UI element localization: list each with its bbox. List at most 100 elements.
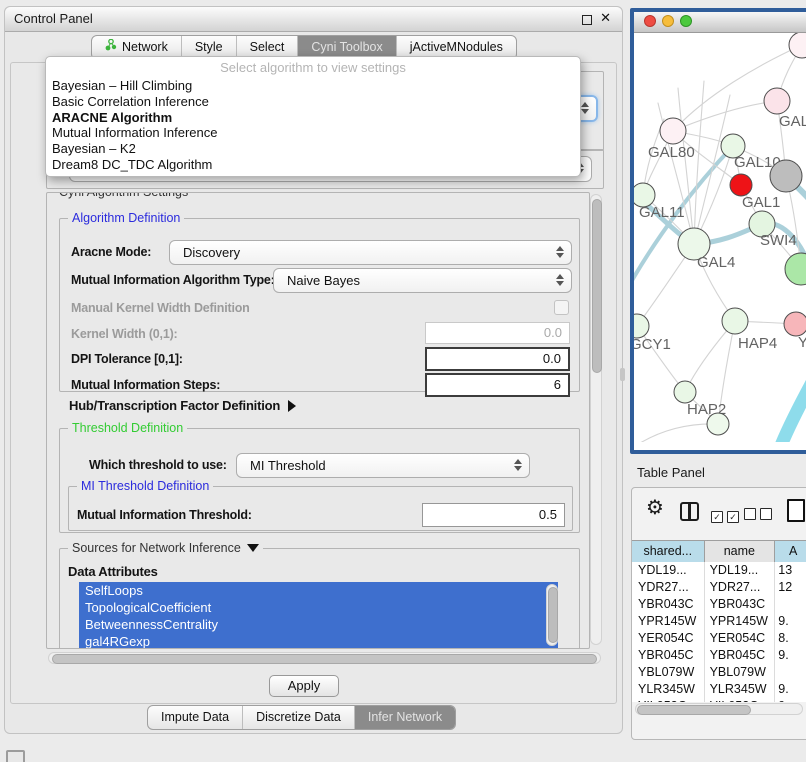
data-attribute-item[interactable]: BetweennessCentrality (79, 616, 558, 633)
tab-infer-network[interactable]: Infer Network (354, 706, 455, 729)
network-node[interactable] (770, 160, 802, 192)
table-cell[interactable]: YDR27... (632, 579, 705, 596)
network-node[interactable] (785, 253, 806, 285)
network-edge[interactable] (780, 343, 806, 442)
table-cell[interactable]: YDL19... (632, 562, 705, 579)
algorithm-option[interactable]: Dream8 DC_TDC Algorithm (46, 157, 580, 173)
table-row[interactable]: YLR345WYLR345W9. (632, 681, 806, 698)
network-node[interactable] (674, 381, 696, 403)
close-icon[interactable]: ✕ (600, 10, 611, 26)
table-row[interactable]: YDR27...YDR27...12 (632, 579, 806, 596)
zoom-traffic-light[interactable] (680, 15, 692, 27)
mi-type-combobox[interactable]: Naive Bayes (273, 268, 572, 293)
close-traffic-light[interactable] (644, 15, 656, 27)
dpi-tolerance-field[interactable]: 0.0 (425, 347, 570, 371)
settings-vertical-scrollbar[interactable] (590, 194, 602, 645)
table-cell[interactable]: YIL052C (705, 698, 776, 702)
table-cell[interactable]: 9. (775, 647, 806, 664)
network-node[interactable] (634, 314, 649, 338)
aracne-mode-combobox[interactable]: Discovery (169, 240, 572, 265)
settings-horizontal-scrollbar[interactable] (48, 652, 601, 664)
table-row[interactable]: YPR145WYPR145W9. (632, 613, 806, 630)
network-node[interactable] (789, 33, 806, 58)
table-cell[interactable]: YBR045C (632, 647, 705, 664)
table-cell[interactable]: 9 (775, 698, 806, 702)
table-row[interactable]: YBR043CYBR043C (632, 596, 806, 613)
document-icon[interactable] (787, 499, 805, 522)
scrollbar-thumb[interactable] (592, 199, 602, 373)
manual-kernel-checkbox[interactable] (554, 300, 569, 315)
network-node[interactable] (730, 174, 752, 196)
table-cell[interactable]: YLR345W (632, 681, 705, 698)
select-none-icon[interactable] (744, 507, 776, 525)
network-node[interactable] (660, 118, 686, 144)
apply-button[interactable]: Apply (269, 675, 339, 697)
data-attributes-list[interactable]: SelfLoopsTopologicalCoefficientBetweenne… (79, 582, 558, 648)
table-cell[interactable]: YLR345W (705, 681, 776, 698)
network-edge[interactable] (694, 95, 730, 244)
table-cell[interactable]: YPR145W (632, 613, 705, 630)
minimize-traffic-light[interactable] (662, 15, 674, 27)
table-cell[interactable]: YBR045C (705, 647, 776, 664)
sources-group-title[interactable]: Sources for Network Inference (68, 541, 263, 555)
select-all-icon[interactable]: ✓✓ (711, 507, 743, 525)
data-attribute-item[interactable]: gal4RGexp (79, 633, 558, 648)
table-row[interactable]: YER054CYER054C8. (632, 630, 806, 647)
gear-icon[interactable]: ⚙ (646, 498, 664, 518)
data-attribute-item[interactable]: SelfLoops (79, 582, 558, 599)
tab-discretize-data[interactable]: Discretize Data (242, 706, 354, 729)
table-row[interactable]: YBR045CYBR045C9. (632, 647, 806, 664)
table-cell[interactable]: 9. (775, 613, 806, 630)
table-cell[interactable]: YBL079W (705, 664, 776, 681)
network-edge[interactable] (694, 81, 704, 244)
table-cell[interactable]: YBR043C (705, 596, 776, 613)
table-row[interactable]: YDL19...YDL19...13 (632, 562, 806, 579)
scrollbar-thumb[interactable] (52, 654, 597, 664)
table-row[interactable]: YIL052CYIL052C9 (632, 698, 806, 702)
table-cell[interactable]: YER054C (632, 630, 705, 647)
table-cell[interactable]: YDL19... (705, 562, 776, 579)
scrollbar-thumb[interactable] (548, 587, 558, 643)
table-row[interactable]: YBL079WYBL079W (632, 664, 806, 681)
hub-definition-toggle[interactable]: Hub/Transcription Factor Definition (69, 397, 296, 415)
algorithm-option[interactable]: Bayesian – K2 (46, 141, 580, 157)
network-node[interactable] (784, 312, 806, 336)
table-cell[interactable] (775, 664, 806, 681)
table-cell[interactable]: 12 (775, 579, 806, 596)
algorithm-option[interactable]: Mutual Information Inference (46, 125, 580, 141)
table-cell[interactable]: YER054C (705, 630, 776, 647)
table-cell[interactable]: YPR145W (705, 613, 776, 630)
attributes-list-scrollbar[interactable] (546, 584, 558, 646)
table-cell[interactable]: 9. (775, 681, 806, 698)
minimized-panel-icon[interactable] (6, 750, 25, 762)
table-cell[interactable]: YBR043C (632, 596, 705, 613)
column-header-shared-name[interactable]: shared... (632, 541, 705, 563)
algorithm-option[interactable]: Bayesian – Hill Climbing (46, 78, 580, 94)
table-cell[interactable] (775, 596, 806, 613)
network-canvas[interactable]: GALGAL80GAL10GAL1GAL11SWI4GAL4HAP4YGCY1H… (634, 33, 806, 442)
which-threshold-combobox[interactable]: MI Threshold (236, 453, 530, 478)
kernel-width-field[interactable]: 0.0 (425, 322, 570, 344)
table-cell[interactable]: YBL079W (632, 664, 705, 681)
network-node[interactable] (764, 88, 790, 114)
table-cell[interactable]: YDR27... (705, 579, 776, 596)
table-cell[interactable]: 13 (775, 562, 806, 579)
mi-threshold-field[interactable]: 0.5 (422, 503, 565, 527)
data-attribute-item[interactable]: TopologicalCoefficient (79, 599, 558, 616)
network-node[interactable] (707, 413, 729, 435)
network-edge[interactable] (634, 424, 718, 442)
table-cell[interactable]: 8. (775, 630, 806, 647)
tab-impute-data[interactable]: Impute Data (148, 706, 242, 729)
algorithm-option[interactable]: Basic Correlation Inference (46, 94, 580, 110)
scrollbar-thumb[interactable] (637, 705, 751, 715)
table-horizontal-scrollbar[interactable] (635, 703, 803, 715)
columns-icon[interactable] (680, 502, 699, 521)
table-cell[interactable]: YIL052C (632, 698, 705, 702)
split-pane-divider[interactable] (620, 368, 625, 381)
algorithm-option[interactable]: ARACNE Algorithm (46, 110, 580, 126)
column-header-partial[interactable]: A (775, 541, 806, 563)
column-header-name[interactable]: name (705, 541, 776, 563)
float-window-icon[interactable] (582, 15, 592, 25)
mi-steps-field[interactable]: 6 (425, 373, 570, 397)
network-node[interactable] (722, 308, 748, 334)
